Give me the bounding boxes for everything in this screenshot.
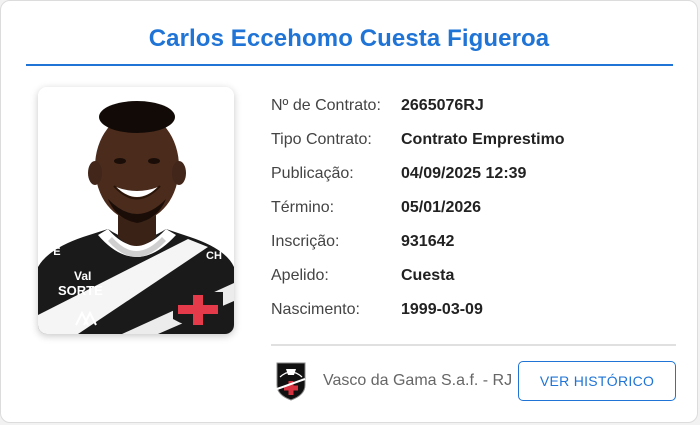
collar-text-left: CPE	[38, 246, 61, 258]
detail-value: Contrato Emprestimo	[401, 131, 565, 148]
club-name: Vasco da Gama S.a.f. - RJ	[323, 372, 513, 389]
detail-label: Término:	[271, 199, 335, 216]
detail-value: 04/09/2025 12:39	[401, 165, 527, 182]
player-card: Carlos Eccehomo Cuesta Figueroa VaI SORT…	[0, 0, 698, 423]
view-history-button[interactable]: VER HISTÓRICO	[518, 361, 676, 401]
sponsor-prefix: VaI	[74, 269, 91, 283]
footer-divider	[271, 344, 676, 346]
detail-label: Publicação:	[271, 165, 354, 182]
player-photo: VaI SORTE CPE CH	[38, 87, 234, 334]
collar-text-right: CH	[206, 250, 222, 262]
detail-value: Cuesta	[401, 267, 455, 284]
detail-value: 05/01/2026	[401, 199, 482, 216]
detail-label: Tipo Contrato:	[271, 131, 372, 148]
detail-label: Apelido:	[271, 267, 329, 284]
detail-label: Nº de Contrato:	[271, 97, 381, 114]
detail-value: 931642	[401, 233, 455, 250]
vasco-crest-icon	[276, 362, 306, 401]
sponsor-text: SORTE	[58, 283, 103, 298]
title-divider	[26, 64, 673, 66]
detail-value: 1999-03-09	[401, 301, 483, 318]
player-name: Carlos Eccehomo Cuesta Figueroa	[148, 25, 550, 52]
detail-label: Nascimento:	[271, 301, 360, 318]
detail-value: 2665076RJ	[401, 97, 484, 114]
detail-label: Inscrição:	[271, 233, 340, 250]
